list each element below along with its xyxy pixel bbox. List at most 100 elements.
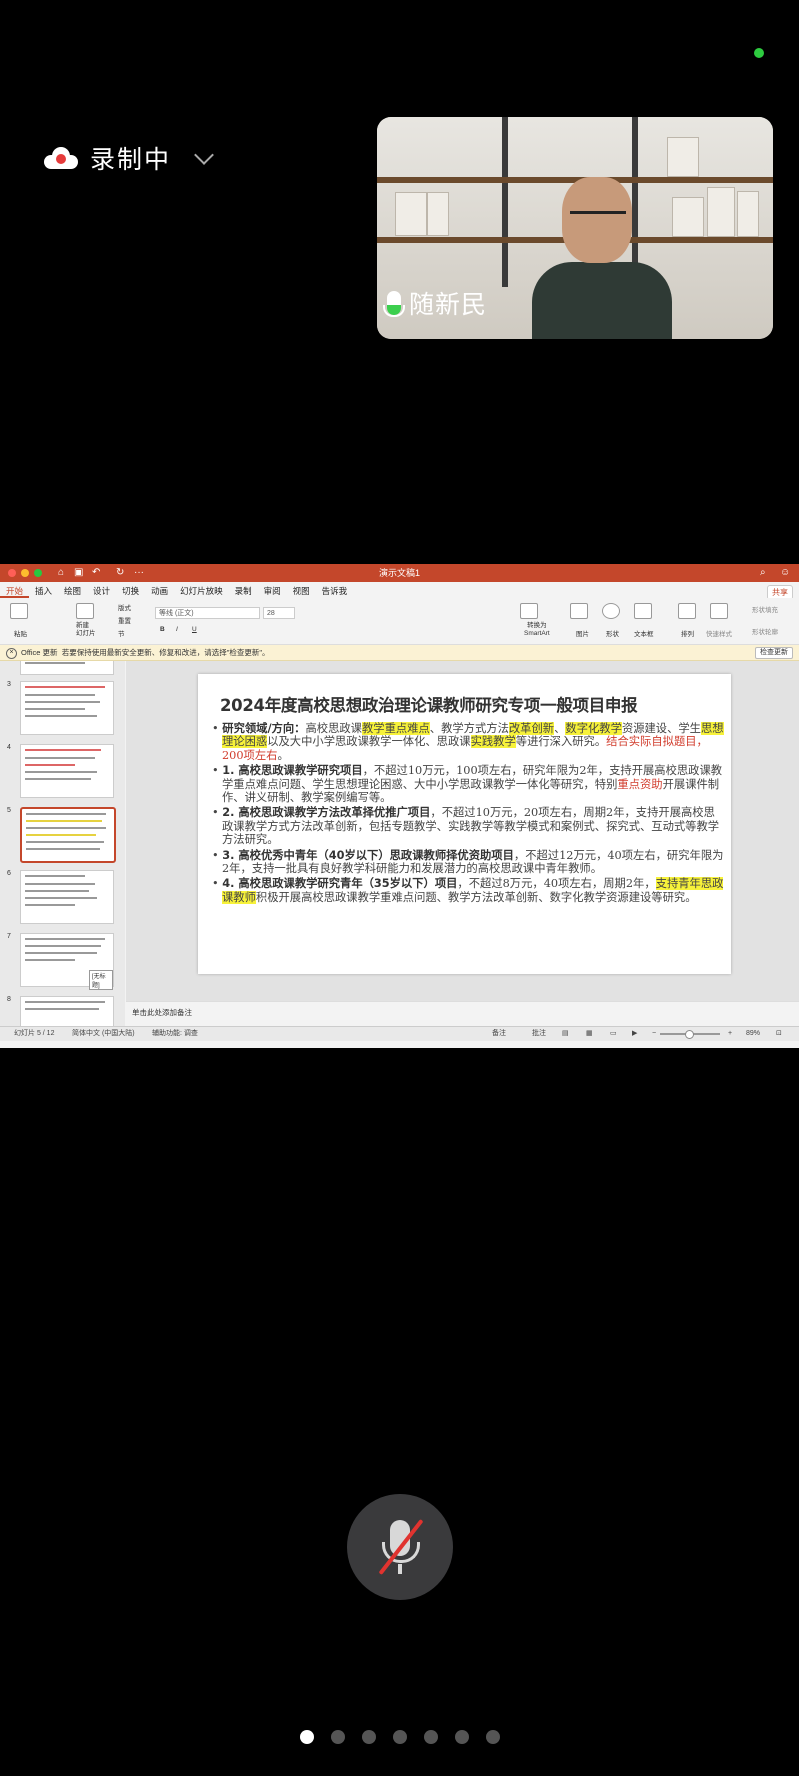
font-name-select[interactable]: 等线 (正文) <box>155 607 260 619</box>
check-updates-button[interactable]: 检查更新 <box>755 647 793 659</box>
smartart-label: 转换为 SmartArt <box>524 622 550 637</box>
tab-draw[interactable]: 绘图 <box>58 582 87 598</box>
participant-name: 随新民 <box>409 290 488 319</box>
zoom-out-icon[interactable]: − <box>652 1027 656 1040</box>
search-icon[interactable]: ⌕ <box>760 567 766 578</box>
slide-number: 8 <box>7 996 11 1003</box>
tell-me-search[interactable]: 告诉我 <box>316 582 354 598</box>
zoom-slider-handle[interactable] <box>685 1030 694 1039</box>
slide-title: 2024年度高校思想政治理论课教师研究专项一般项目申报 <box>220 696 638 715</box>
page-dot[interactable] <box>331 1730 345 1744</box>
textbox-icon[interactable] <box>634 603 652 619</box>
page-dot[interactable] <box>486 1730 500 1744</box>
microphone-active-icon <box>383 291 405 317</box>
slide-thumbnail-pane: 3 4 5 6 7 [无标题] 8 <box>0 661 125 1026</box>
picture-label: 图片 <box>576 631 589 638</box>
page-dot[interactable] <box>393 1730 407 1744</box>
page-dot[interactable] <box>455 1730 469 1744</box>
tab-home[interactable]: 开始 <box>0 582 30 598</box>
participant-name-bar: 随新民 <box>383 285 488 321</box>
shape-outline-button[interactable]: 形状轮廓 <box>752 626 778 636</box>
tab-review[interactable]: 审阅 <box>258 582 287 598</box>
bold-button[interactable]: B <box>160 626 165 633</box>
window-title: 演示文稿1 <box>378 568 420 578</box>
page-dot[interactable] <box>362 1730 376 1744</box>
shape-label: 形状 <box>606 631 619 638</box>
new-slide-label: 新建 幻灯片 <box>76 622 96 637</box>
accessibility-status[interactable]: 辅助功能: 调查 <box>152 1027 198 1040</box>
quick-styles-label: 快速样式 <box>706 631 732 638</box>
tab-insert[interactable]: 插入 <box>29 582 58 598</box>
slide-thumbnail[interactable] <box>20 996 114 1026</box>
page-dot-active[interactable] <box>300 1730 314 1744</box>
slide-counter: 幻灯片 5 / 12 <box>14 1030 55 1037</box>
fit-to-window-icon[interactable]: ⊡ <box>776 1027 782 1040</box>
ribbon-toolbar: 粘贴 新建 幻灯片 版式 重置 节 等线 (正文) 28 B I U 转换为 S… <box>0 598 799 645</box>
underline-button[interactable]: U <box>192 626 197 633</box>
notes-input[interactable]: 单击此处添加备注 <box>126 1001 799 1026</box>
bullet-project-2: • 2. 高校思政课教学方法改革择优推广项目，不超过10万元，20项左右，周期2… <box>212 806 720 847</box>
shared-screen: ⌂ ▣ ↶ ↻ ··· 演示文稿1 ⌕ ☺ 开始 插入 绘图 设计 切换 动画 … <box>0 564 799 1048</box>
quick-styles-icon[interactable] <box>710 603 728 619</box>
normal-view-icon[interactable]: ▤ <box>562 1027 569 1040</box>
cloud-record-icon <box>44 147 78 169</box>
zoom-in-icon[interactable]: + <box>728 1027 732 1040</box>
tab-animations[interactable]: 动画 <box>145 582 174 598</box>
arrange-label: 排列 <box>681 631 694 638</box>
slide-number: 6 <box>7 870 11 877</box>
layout-button[interactable]: 版式 <box>118 602 131 612</box>
bullet-project-1: • 1. 高校思政课教学研究项目，不超过10万元，100项左右，研究年限为2年，… <box>212 764 723 805</box>
bullet-research-area: • 研究领域/方向：高校思政课教学重点难点、教学方式方法改革创新、数字化教学资源… <box>212 722 724 762</box>
slide-thumbnail[interactable] <box>20 870 114 924</box>
new-slide-icon[interactable] <box>76 603 94 619</box>
picture-icon[interactable] <box>570 603 588 619</box>
comments-toggle[interactable]: 批注 <box>532 1027 546 1040</box>
paste-label: 粘贴 <box>14 631 27 638</box>
tab-record[interactable]: 录制 <box>229 582 258 598</box>
no-title-tag: [无标题] <box>89 970 113 990</box>
current-slide[interactable]: 2024年度高校思想政治理论课教师研究专项一般项目申报 • 研究领域/方向：高校… <box>198 674 731 974</box>
arrange-icon[interactable] <box>678 603 696 619</box>
shape-icon[interactable] <box>602 603 620 619</box>
font-size-select[interactable]: 28 <box>263 607 295 619</box>
bullet-project-4: • 4. 高校思政课教学研究青年（35岁以下）项目，不超过8万元，40项左右，周… <box>212 877 724 904</box>
page-dot[interactable] <box>424 1730 438 1744</box>
bullet-project-3: • 3. 高校优秀中青年（40岁以下）思政课教师择优资助项目，不超过12万元，4… <box>212 848 724 876</box>
slide-thumbnail-selected[interactable] <box>20 807 116 863</box>
slide-thumbnail[interactable] <box>20 661 114 675</box>
recording-indicator[interactable]: 录制中 <box>44 140 214 176</box>
notes-toggle[interactable]: 备注 <box>492 1027 506 1040</box>
smartart-icon[interactable] <box>520 603 538 619</box>
notice-title: Office 更新 <box>21 648 58 657</box>
page-indicator <box>300 1730 500 1744</box>
slide-number: 7 <box>7 933 11 940</box>
slideshow-icon[interactable]: ▶ <box>632 1027 637 1040</box>
italic-button[interactable]: I <box>176 626 178 633</box>
zoom-level[interactable]: 89% <box>746 1027 760 1040</box>
paste-icon[interactable] <box>10 603 28 619</box>
slide-sorter-icon[interactable]: ▦ <box>586 1027 593 1040</box>
tab-slideshow[interactable]: 幻灯片放映 <box>174 582 229 598</box>
chevron-down-icon[interactable] <box>194 145 214 165</box>
slide-editor: 2024年度高校思想政治理论课教师研究专项一般项目申报 • 研究领域/方向：高校… <box>126 661 799 1001</box>
close-icon[interactable]: × <box>6 647 17 659</box>
textbox-label: 文本框 <box>634 631 654 638</box>
slide-number: 3 <box>7 681 11 688</box>
mute-microphone-button[interactable] <box>347 1494 453 1600</box>
slide-thumbnail[interactable]: [无标题] <box>20 933 114 990</box>
reading-view-icon[interactable]: ▭ <box>610 1027 617 1040</box>
update-notice-bar: × Office 更新 若要保持使用最新安全更新、修复和改进，请选择"检查更新"。… <box>0 645 799 661</box>
participant-video[interactable]: 随新民 <box>377 117 773 339</box>
slide-thumbnail[interactable] <box>20 744 114 798</box>
language-indicator[interactable]: 简体中文 (中国大陆) <box>72 1027 135 1040</box>
connection-status-dot <box>754 48 764 58</box>
tab-transitions[interactable]: 切换 <box>116 582 145 598</box>
tab-view[interactable]: 视图 <box>287 582 316 598</box>
reset-button[interactable]: 重置 <box>118 615 131 625</box>
account-icon[interactable]: ☺ <box>780 567 790 578</box>
tab-design[interactable]: 设计 <box>87 582 116 598</box>
section-button[interactable]: 节 <box>118 628 125 638</box>
slide-thumbnail[interactable] <box>20 681 114 735</box>
slide-number: 5 <box>7 807 11 814</box>
shape-fill-button[interactable]: 形状填充 <box>752 604 778 614</box>
